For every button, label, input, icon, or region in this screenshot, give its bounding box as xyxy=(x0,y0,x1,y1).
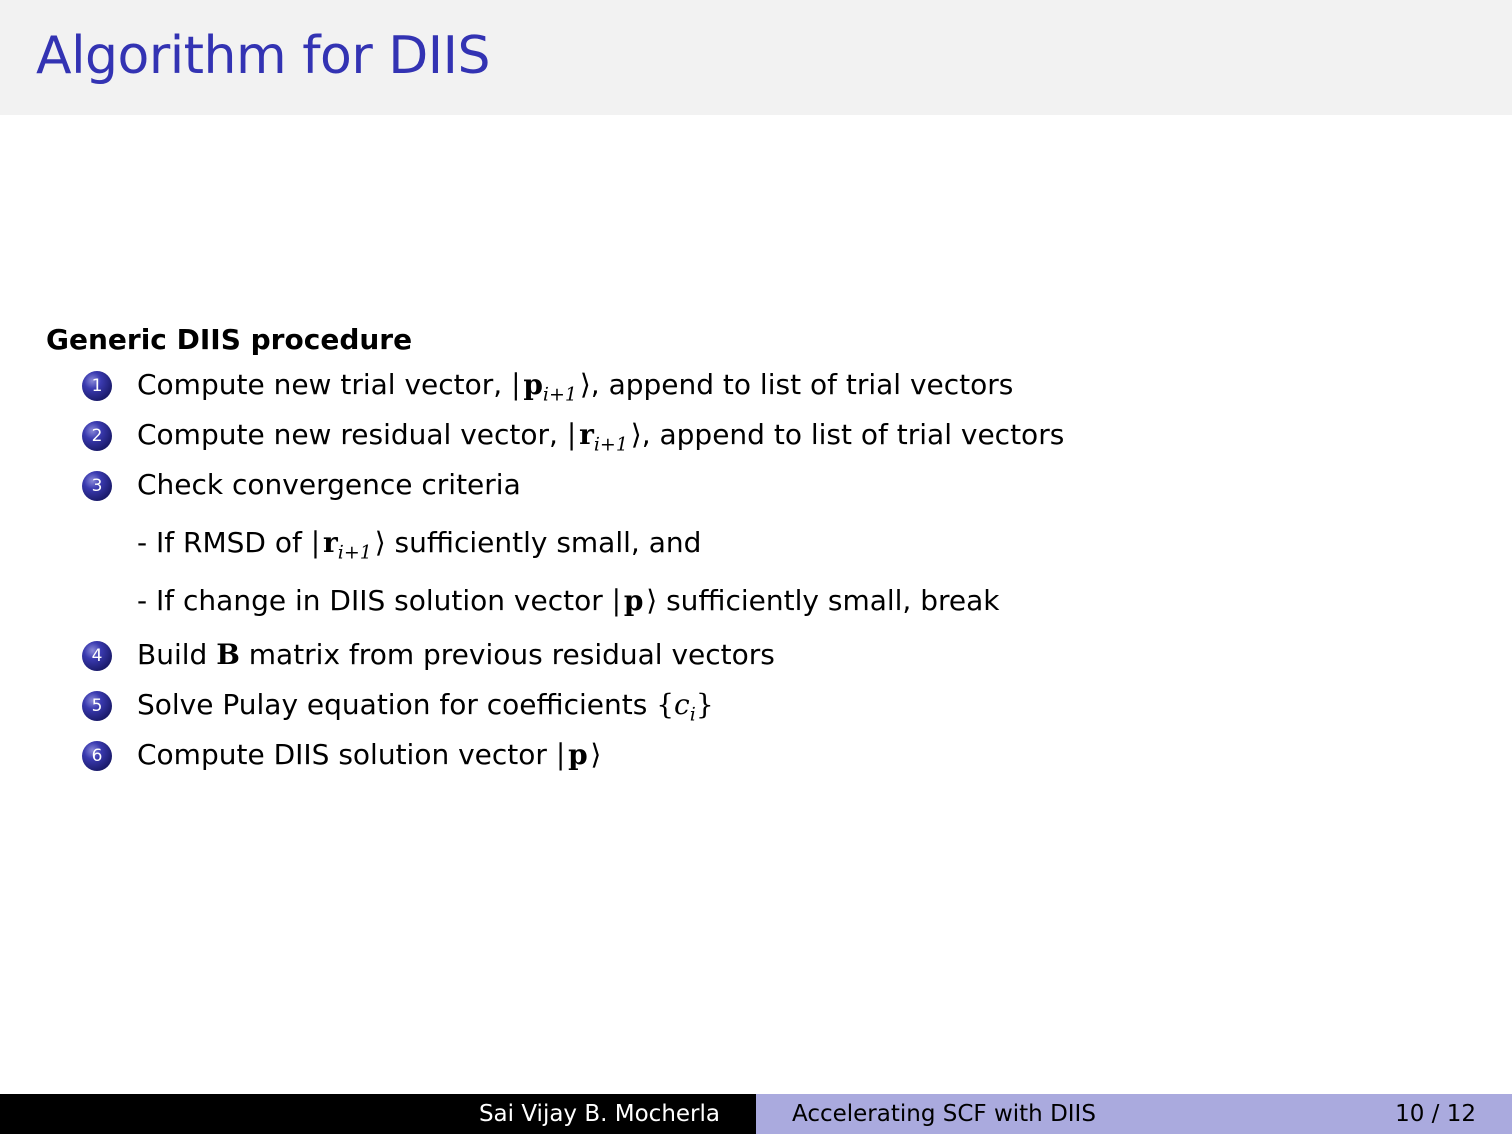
math-ket-r-i-plus-1: | ri+1 ⟩ xyxy=(310,526,386,564)
step-text: Compute DIIS solution vector xyxy=(137,738,556,771)
step-number-badge: 3 xyxy=(82,471,112,501)
list-item: 4 Build B matrix from previous residual … xyxy=(46,630,1446,680)
list-item: 2 Compute new residual vector, | ri+1 ⟩,… xyxy=(46,410,1446,460)
sub-text: sufficiently small, break xyxy=(657,584,1000,617)
list-item: 3 Check convergence criteria xyxy=(46,460,1446,510)
step-number-badge: 5 xyxy=(82,691,112,721)
step-text: matrix from previous residual vectors xyxy=(239,638,775,671)
footer: Sai Vijay B. Mocherla Accelerating SCF w… xyxy=(0,1094,1512,1134)
slide-title: Algorithm for DIIS xyxy=(36,26,490,86)
footer-page-number: 10 / 12 xyxy=(1395,1101,1476,1127)
footer-title-panel: Accelerating SCF with DIIS 10 / 12 xyxy=(756,1094,1512,1134)
math-ket-r-i-plus-1: | ri+1 ⟩ xyxy=(566,418,642,456)
sub-text: - If RMSD of xyxy=(137,526,311,559)
step-number-badge: 6 xyxy=(82,741,112,771)
footer-talk-title: Accelerating SCF with DIIS xyxy=(792,1101,1096,1127)
math-ket-p: | p ⟩ xyxy=(611,584,658,617)
sub-text: sufficiently small, and xyxy=(385,526,702,559)
slide-content: Generic DIIS procedure 1 Compute new tri… xyxy=(46,320,1446,780)
step-text: Compute new trial vector, xyxy=(137,368,512,401)
list-item: 6 Compute DIIS solution vector | p ⟩ xyxy=(46,730,1446,780)
math-coefficients: {ci} xyxy=(656,688,714,726)
step-number-badge: 4 xyxy=(82,641,112,671)
list-item: 1 Compute new trial vector, | pi+1 ⟩, ap… xyxy=(46,360,1446,410)
step-number-badge: 1 xyxy=(82,371,112,401)
title-bar: Algorithm for DIIS xyxy=(0,0,1512,115)
math-matrix-b: B xyxy=(216,638,240,671)
block-title: Generic DIIS procedure xyxy=(46,323,413,356)
step-text: , append to list of trial vectors xyxy=(590,368,1014,401)
step-text: Build xyxy=(137,638,217,671)
footer-author: Sai Vijay B. Mocherla xyxy=(478,1101,720,1127)
math-ket-p-i-plus-1: | pi+1 ⟩ xyxy=(511,368,591,406)
step-text: Solve Pulay equation for coefficients xyxy=(137,688,657,721)
footer-author-panel: Sai Vijay B. Mocherla xyxy=(0,1094,756,1134)
math-ket-p: | p ⟩ xyxy=(555,738,602,771)
procedure-list: 1 Compute new trial vector, | pi+1 ⟩, ap… xyxy=(46,360,1446,780)
sub-item: - If RMSD of | ri+1 ⟩ sufficiently small… xyxy=(46,514,1446,572)
step-text: Check convergence criteria xyxy=(137,468,521,501)
step-number-badge: 2 xyxy=(82,421,112,451)
step-text: , append to list of trial vectors xyxy=(641,418,1065,451)
list-item: 5 Solve Pulay equation for coefficients … xyxy=(46,680,1446,730)
sub-text: - If change in DIIS solution vector xyxy=(137,584,612,617)
step-text: Compute new residual vector, xyxy=(137,418,567,451)
sub-item: - If change in DIIS solution vector | p … xyxy=(46,572,1446,630)
